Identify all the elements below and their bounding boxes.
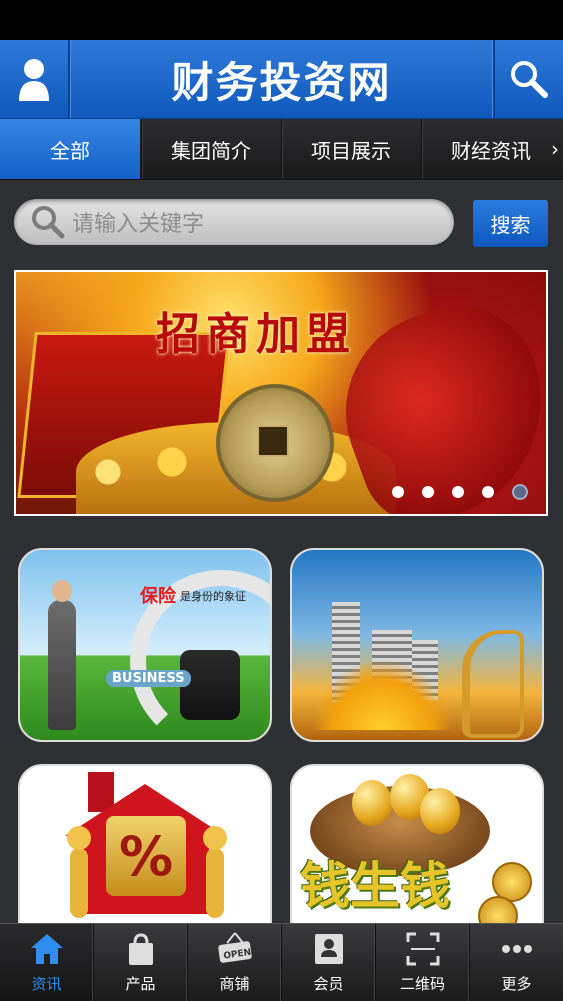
harp-image [462, 630, 524, 738]
shopping-bag-icon [128, 933, 153, 965]
nav-label: 商铺 [219, 975, 250, 993]
app-title: 财务投资网 [171, 57, 392, 107]
gold-figure-image [203, 826, 227, 918]
search-icon [511, 61, 548, 98]
golden-egg-image [352, 780, 392, 826]
percent-symbol: % [106, 816, 186, 896]
search-input[interactable]: 请输入关键字 [14, 199, 454, 245]
tile-slogan-sub: 是身份的象征 [180, 590, 246, 603]
tab-group-intro[interactable]: 集团简介 [141, 119, 280, 179]
tabs-scroll-right-icon[interactable]: › [547, 119, 563, 179]
search-placeholder: 请输入关键字 [72, 212, 205, 237]
search-field-icon [32, 206, 65, 239]
tab-projects[interactable]: 项目展示 [281, 119, 420, 179]
status-bar [0, 0, 563, 40]
nav-label: 资讯 [31, 975, 62, 993]
carousel-dot[interactable] [422, 486, 434, 498]
nav-item-products[interactable]: 产品 [94, 924, 188, 1001]
nav-item-news[interactable]: 资讯 [0, 924, 94, 1001]
money-text: 钱生钱 [300, 857, 450, 915]
nav-item-qrcode[interactable]: 二维码 [376, 924, 470, 1001]
promo-banner[interactable]: 招商加盟 [14, 270, 548, 516]
more-icon [501, 945, 532, 953]
nav-item-members[interactable]: 会员 [282, 924, 376, 1001]
carousel-indicator [392, 484, 528, 500]
nav-item-shops[interactable]: OPEN 商铺 [188, 924, 282, 1001]
carousel-dot[interactable] [482, 486, 494, 498]
real-estate-tile[interactable] [290, 548, 544, 742]
open-sign-icon: OPEN [217, 932, 251, 963]
app-header: 财务投资网 [0, 40, 563, 119]
seated-businessman-image [180, 650, 240, 720]
user-icon [19, 59, 49, 101]
header-search-button[interactable] [493, 40, 563, 118]
carousel-dot-active[interactable] [512, 484, 528, 500]
gold-figure-image [67, 826, 91, 918]
ancient-coin-image [216, 384, 334, 502]
businessman-image [48, 580, 76, 730]
nav-label: 产品 [125, 975, 156, 993]
tab-all[interactable]: 全部 [0, 119, 140, 179]
qr-scan-icon [406, 932, 439, 966]
nav-label: 会员 [313, 975, 344, 993]
nav-label: 二维码 [399, 975, 445, 993]
home-icon [30, 934, 63, 964]
tile-slogan: 保险 [140, 586, 176, 607]
golden-flower-image [312, 660, 452, 730]
business-tag: BUSINESS [106, 670, 191, 687]
member-card-icon [314, 934, 343, 964]
golden-egg-image [420, 788, 460, 834]
category-tabs: ‹ 全部 集团简介 项目展示 财经资讯 › [0, 119, 563, 180]
nav-label: 更多 [501, 975, 532, 993]
search-button[interactable]: 搜索 [473, 200, 548, 247]
carousel-dot[interactable] [452, 486, 464, 498]
carousel-dot[interactable] [392, 486, 404, 498]
banner-title: 招商加盟 [156, 309, 356, 360]
insurance-tile[interactable]: 保险 是身份的象征 BUSINESS [18, 548, 272, 742]
nav-item-more[interactable]: 更多 [470, 924, 563, 1001]
user-button[interactable] [0, 40, 70, 118]
chimney-graphic [88, 772, 114, 812]
tab-finance-news[interactable]: 财经资讯 [421, 119, 560, 179]
bottom-nav: 资讯 产品 OPEN 商铺 会员 二维码 更多 [0, 923, 563, 1001]
